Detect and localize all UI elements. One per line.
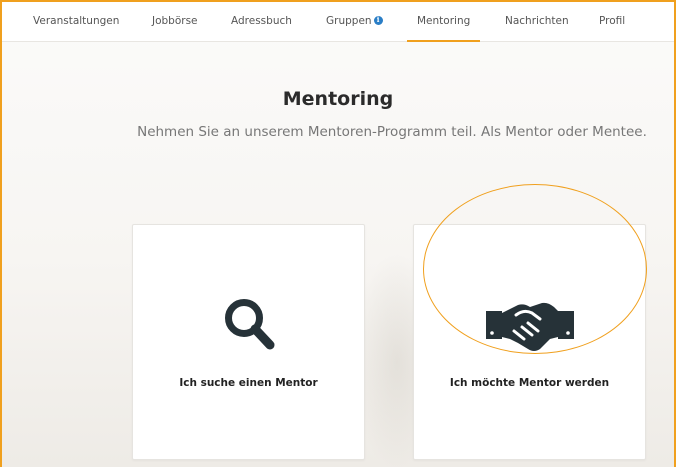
nav-item-mentoring[interactable]: Mentoring <box>406 14 481 42</box>
handshake-icon <box>484 297 576 357</box>
nav-item-jobboerse[interactable]: Jobbörse <box>152 14 198 28</box>
info-icon <box>373 15 383 25</box>
nav-item-adressbuch[interactable]: Adressbuch <box>231 14 292 28</box>
find-mentor-card[interactable]: Ich suche einen Mentor <box>132 224 365 460</box>
page-title: Mentoring <box>282 88 394 110</box>
become-mentor-card[interactable]: Ich möchte Mentor werden <box>413 224 646 460</box>
nav-item-profil[interactable]: Profil <box>599 14 625 28</box>
top-navigation: Veranstaltungen Jobbörse Adressbuch Grup… <box>2 2 674 42</box>
nav-item-nachrichten[interactable]: Nachrichten <box>505 14 569 28</box>
nav-item-veranstaltungen[interactable]: Veranstaltungen <box>33 14 119 28</box>
become-mentor-label: Ich möchte Mentor werden <box>449 377 610 389</box>
nav-item-gruppen-label: Gruppen <box>326 15 372 27</box>
nav-item-gruppen[interactable]: Gruppen <box>326 14 383 28</box>
search-icon <box>221 295 277 355</box>
find-mentor-label: Ich suche einen Mentor <box>179 377 318 389</box>
page-subtitle: Nehmen Sie an unserem Mentoren-Programm … <box>137 124 647 140</box>
app-frame: Veranstaltungen Jobbörse Adressbuch Grup… <box>0 0 676 467</box>
